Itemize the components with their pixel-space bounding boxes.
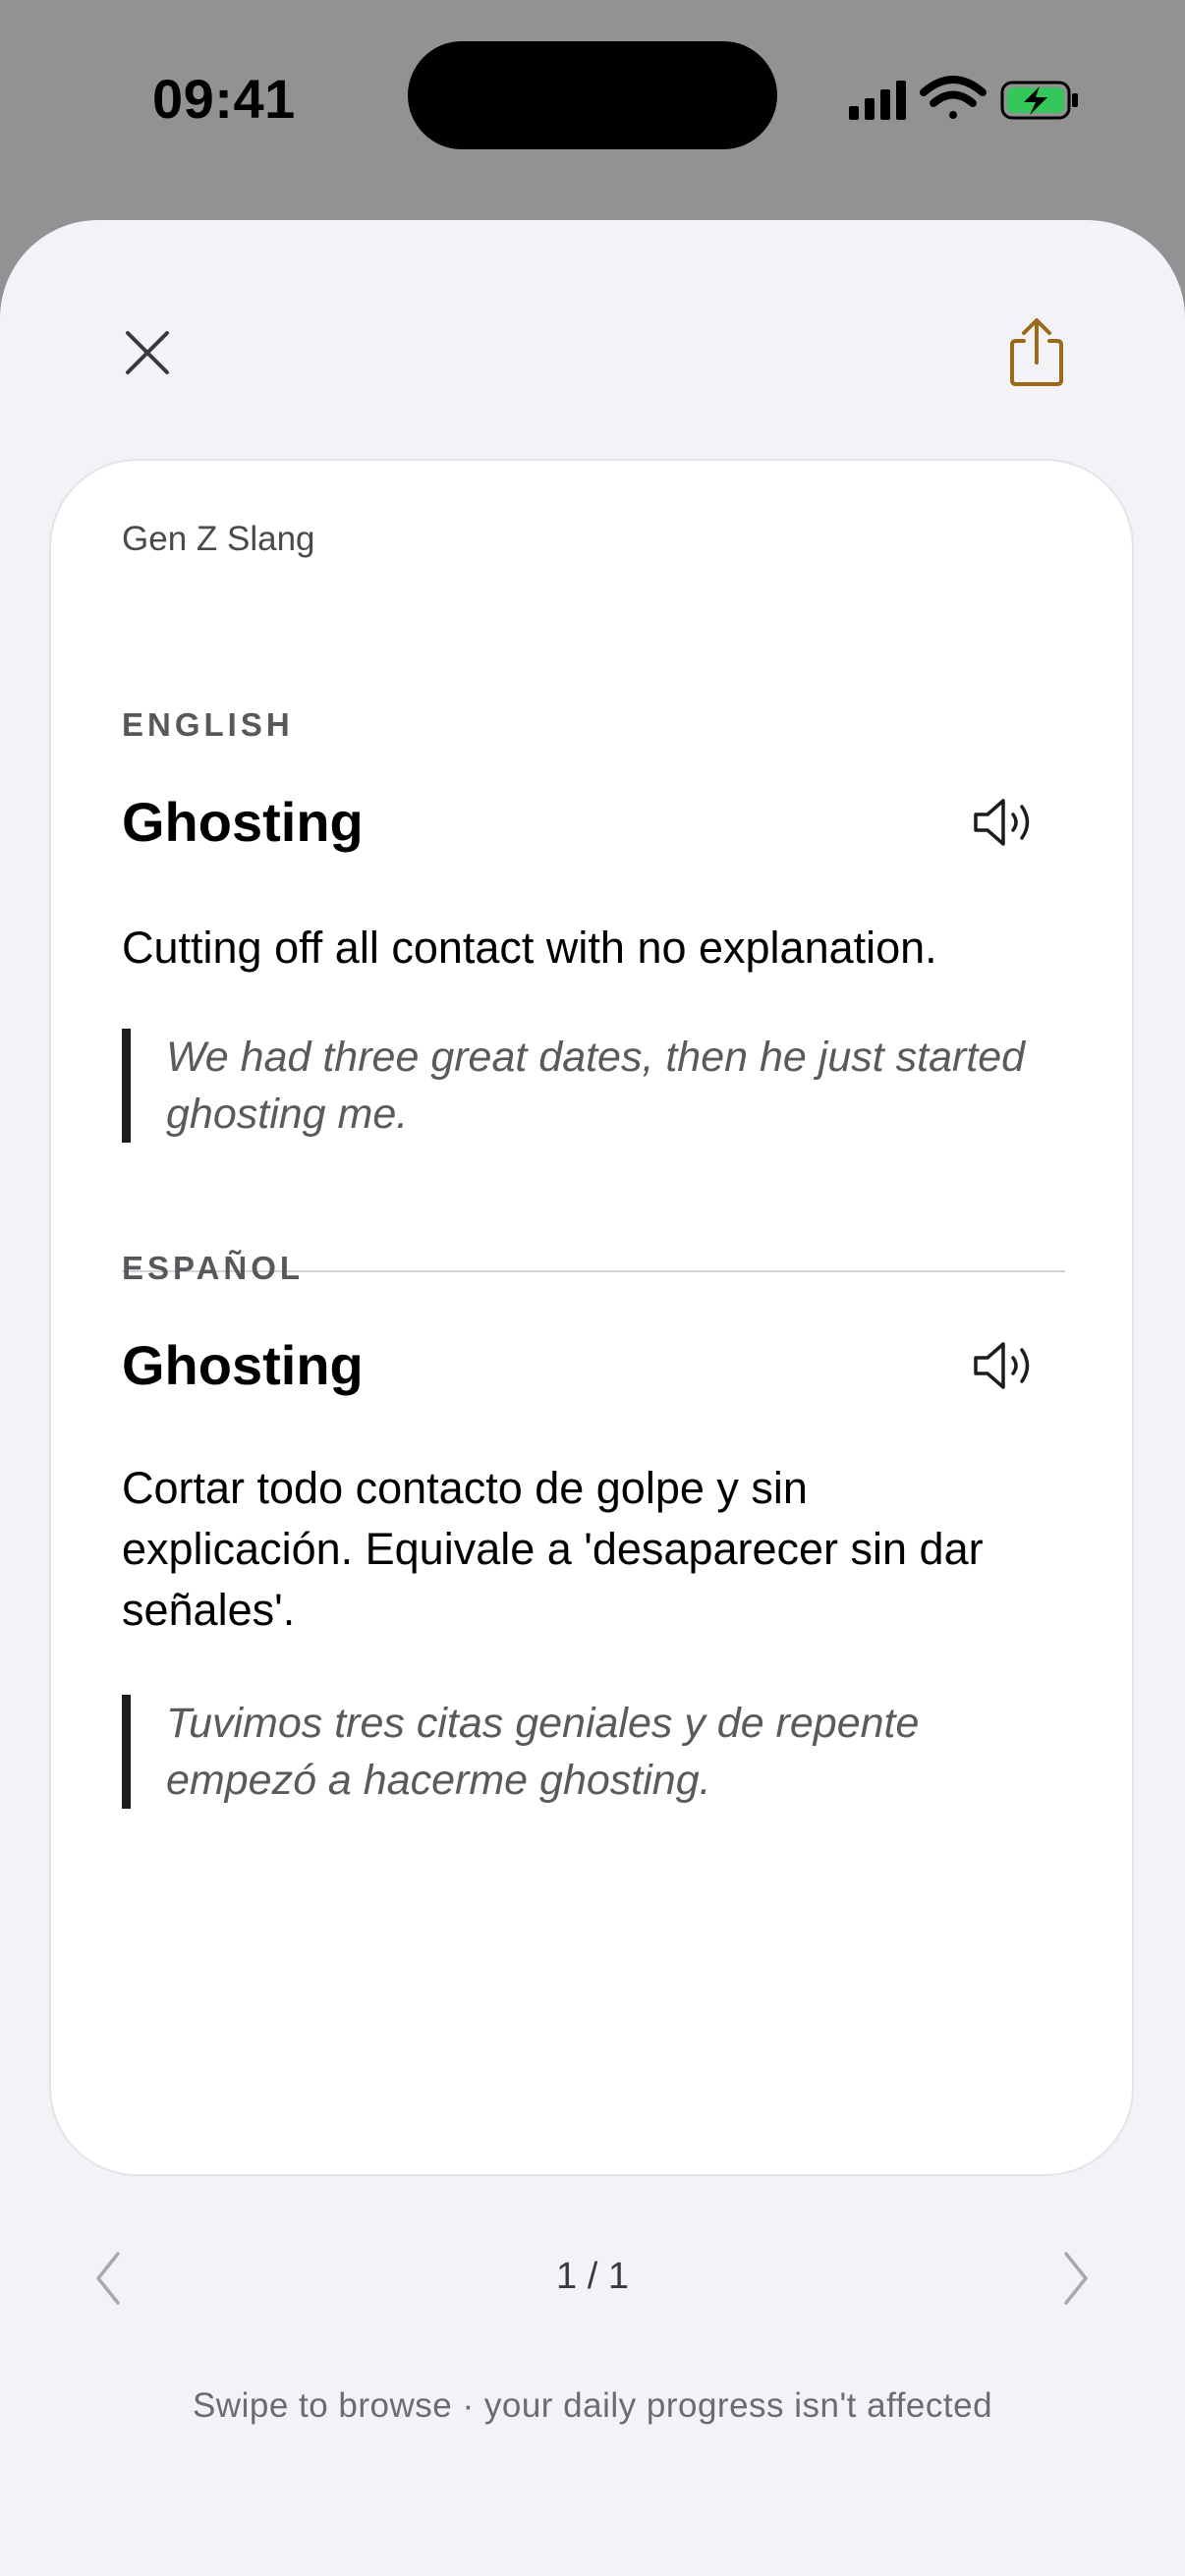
example-english-line-2: ghosting me.: [166, 1091, 409, 1138]
swipe-hint: Swipe to browse · your daily progress is…: [192, 2386, 993, 2425]
status-icons: [849, 76, 1078, 120]
page-indicator: 1 / 1: [556, 2256, 629, 2297]
speaker-icon[interactable]: [970, 1336, 1039, 1395]
term-spanish: Ghosting: [122, 1334, 364, 1396]
example-spanish-line-1: Tuvimos tres citas geniales y de repente: [166, 1700, 920, 1747]
cellular-signal-icon: [849, 81, 906, 120]
status-time: 09:41: [152, 68, 296, 130]
wifi-icon: [920, 76, 987, 119]
flashcard: Gen Z Slang ENGLISH Ghosting Cutting off…: [49, 459, 1134, 2176]
term-english: Ghosting: [122, 791, 364, 853]
definition-spanish: Cortar todo contacto de golpe y sin expl…: [122, 1458, 1065, 1641]
definition-spanish-line-2: explicación. Equivale a 'desaparecer sin…: [122, 1524, 984, 1574]
flashcard-sheet: Gen Z Slang ENGLISH Ghosting Cutting off…: [0, 220, 1185, 2576]
example-english: We had three great dates, then he just s…: [122, 1029, 1065, 1143]
definition-spanish-line-3: señales'.: [122, 1585, 296, 1635]
language-label-spanish: ESPAÑOL: [122, 1250, 305, 1286]
share-icon[interactable]: [1002, 313, 1071, 392]
definition-spanish-line-1: Cortar todo contacto de golpe y sin: [122, 1463, 808, 1513]
dynamic-island: [408, 41, 777, 149]
example-spanish-line-2: empezó a hacerme ghosting.: [166, 1757, 711, 1804]
example-english-line-1: We had three great dates, then he just s…: [166, 1034, 1026, 1081]
chevron-right-icon[interactable]: [1056, 2244, 1096, 2313]
definition-english: Cutting off all contact with no explanat…: [122, 923, 937, 973]
language-label-english: ENGLISH: [122, 706, 294, 743]
example-spanish: Tuvimos tres citas geniales y de repente…: [122, 1695, 1065, 1809]
deck-name: Gen Z Slang: [122, 520, 315, 558]
speaker-icon[interactable]: [970, 793, 1039, 852]
battery-charging-icon: [1000, 81, 1078, 120]
close-icon[interactable]: [113, 318, 182, 387]
